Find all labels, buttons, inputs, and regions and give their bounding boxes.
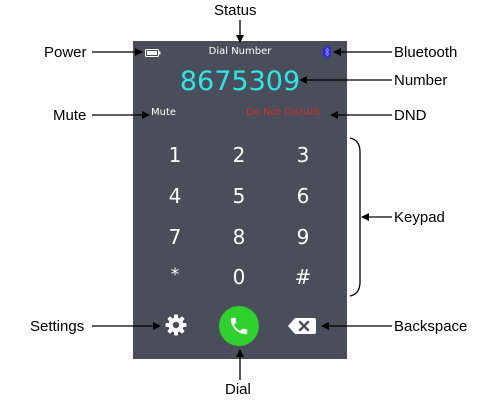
callout-dial: Dial	[225, 381, 251, 398]
callout-backspace: Backspace	[394, 318, 468, 335]
callout-mute: Mute	[53, 107, 87, 124]
callout-number: Number	[394, 72, 448, 89]
callout-bluetooth: Bluetooth	[394, 44, 458, 61]
callout-settings: Settings	[30, 318, 85, 335]
callout-status: Status	[214, 2, 257, 19]
keypad-bracket	[349, 137, 361, 297]
callout-dnd: DND	[394, 107, 427, 124]
callout-keypad: Keypad	[394, 209, 445, 226]
callout-power: Power	[44, 44, 87, 61]
